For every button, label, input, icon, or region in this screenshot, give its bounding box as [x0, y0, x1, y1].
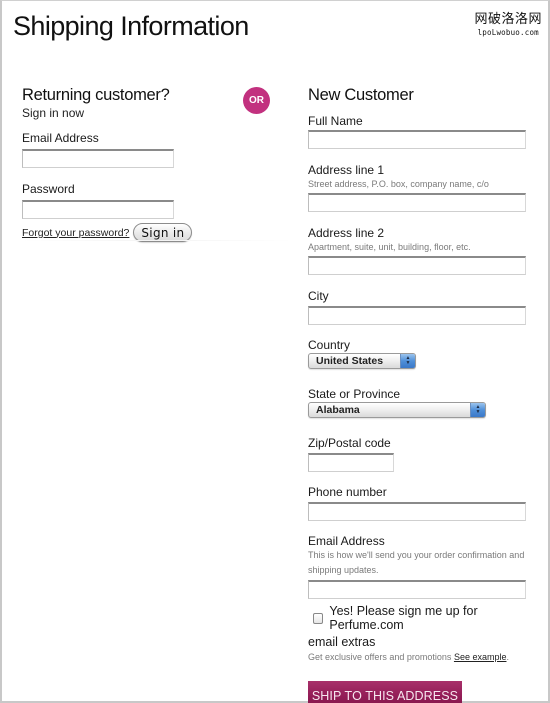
or-badge: OR	[243, 87, 270, 114]
country-selected-value: United States	[316, 355, 384, 367]
sign-in-subheading: Sign in now	[22, 106, 85, 120]
newsletter-hint-row: Get exclusive offers and promotions See …	[308, 650, 540, 665]
zip-input[interactable]	[308, 453, 394, 472]
section-divider	[22, 240, 292, 241]
watermark-url: lpoLwobuo.com	[477, 28, 539, 37]
select-arrows-icon: ▲ ▼	[470, 403, 485, 417]
new-customer-section: New Customer Full Name Address line 1 St…	[308, 86, 540, 703]
address2-input[interactable]	[308, 256, 526, 275]
state-select[interactable]: Alabama ▲ ▼	[308, 402, 486, 418]
signin-password-label: Password	[22, 182, 75, 196]
see-example-link[interactable]: See example	[454, 652, 507, 662]
newsletter-label: Yes! Please sign me up for Perfume.com	[329, 604, 478, 632]
newsletter-option: Yes! Please sign me up for Perfume.com	[313, 604, 540, 632]
phone-input[interactable]	[308, 502, 526, 521]
full-name-input[interactable]	[308, 130, 526, 149]
ship-to-address-button[interactable]: SHIP TO THIS ADDRESS	[308, 681, 462, 703]
page-title: Shipping Information	[13, 11, 249, 41]
state-selected-value: Alabama	[316, 404, 360, 416]
city-input[interactable]	[308, 306, 526, 325]
address1-label: Address line 1	[308, 163, 385, 177]
state-label: State or Province	[308, 387, 401, 401]
link-suffix: .	[506, 652, 509, 662]
zip-label: Zip/Postal code	[308, 436, 391, 450]
full-name-label: Full Name	[308, 114, 363, 128]
returning-customer-section: Returning customer? Sign in now Email Ad…	[22, 86, 262, 242]
country-label: Country	[308, 338, 351, 352]
new-customer-heading: New Customer	[308, 86, 414, 104]
city-label: City	[308, 289, 329, 303]
watermark-text: 网破洛洛网	[474, 12, 542, 27]
email-input[interactable]	[308, 580, 526, 599]
select-arrows-icon: ▲ ▼	[400, 354, 415, 368]
newsletter-label-cont: email extras	[308, 635, 376, 649]
watermark-logo: 网破洛洛网 lpoLwobuo.com	[474, 8, 542, 37]
newsletter-hint: Get exclusive offers and promotions	[308, 652, 452, 662]
forgot-password-link[interactable]: Forgot your password?	[22, 227, 129, 239]
address1-hint: Street address, P.O. box, company name, …	[308, 179, 489, 189]
newsletter-checkbox[interactable]	[313, 612, 324, 624]
address1-input[interactable]	[308, 193, 526, 212]
email-label: Email Address	[308, 534, 385, 548]
country-select[interactable]: United States ▲ ▼	[308, 353, 416, 369]
address2-hint: Apartment, suite, unit, building, floor,…	[308, 242, 471, 252]
signin-password-input[interactable]	[22, 200, 174, 219]
returning-customer-heading: Returning customer?	[22, 86, 170, 104]
signin-email-input[interactable]	[22, 149, 174, 168]
phone-label: Phone number	[308, 485, 387, 499]
address2-label: Address line 2	[308, 226, 385, 240]
email-hint: This is how we'll send you your order co…	[308, 550, 525, 575]
signin-email-label: Email Address	[22, 131, 99, 145]
